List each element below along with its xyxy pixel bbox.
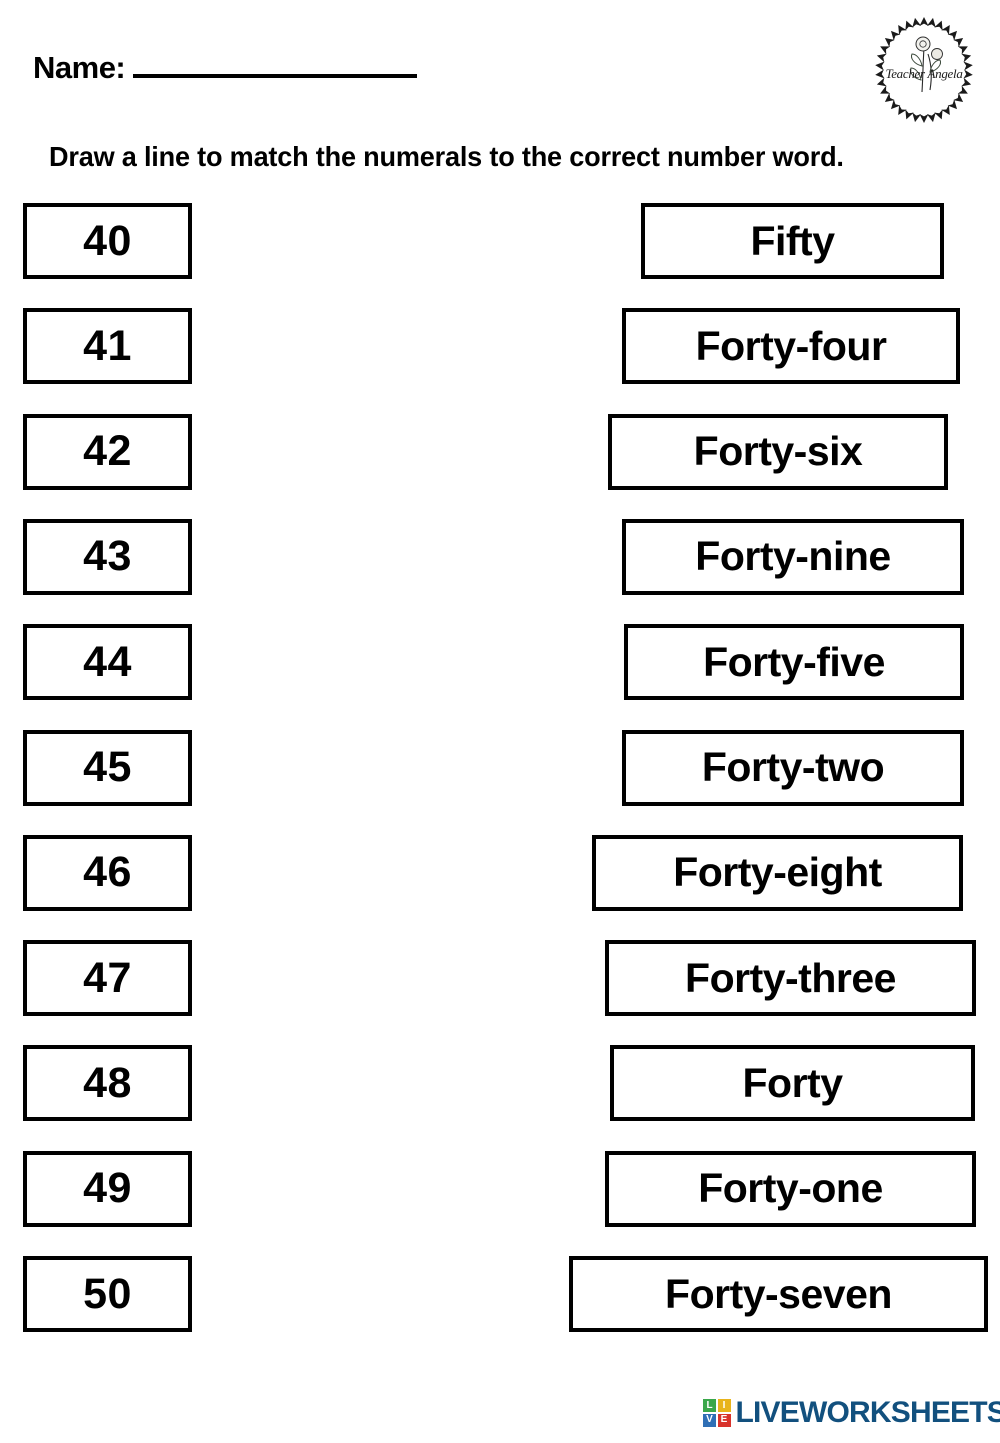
numeral-box[interactable]: 41 [23,308,192,385]
number-word-box[interactable]: Forty-one [605,1150,976,1227]
numeral-label: 50 [83,1269,132,1318]
number-word-box[interactable]: Forty-five [624,624,964,701]
live-tile-v: V [703,1413,716,1427]
numeral-row: 42 [0,413,420,490]
number-word-box[interactable]: Forty-four [622,308,960,385]
number-word-box[interactable]: Forty [610,1045,975,1122]
numeral-row: 46 [0,834,420,911]
number-word-box[interactable]: Forty-two [622,729,964,806]
number-word-label: Forty-eight [673,849,882,896]
worksheet-page: Name: Teacher Angela Draw a line to matc… [0,0,1000,1443]
number-word-row: Forty-one [420,1150,1000,1227]
numeral-row: 43 [0,518,420,595]
numeral-box[interactable]: 50 [23,1256,192,1332]
live-tiles: LIVE [703,1399,731,1427]
number-word-label: Forty-one [698,1165,883,1212]
number-word-label: Forty-three [685,954,896,1001]
numeral-label: 43 [83,532,132,581]
live-tile-e: E [717,1413,731,1427]
numeral-label: 49 [83,1164,132,1213]
number-word-box[interactable]: Forty-nine [622,518,964,595]
number-word-row: Forty-seven [420,1256,1000,1332]
numeral-box[interactable]: 40 [23,203,192,279]
name-label: Name: [33,50,126,85]
numeral-label: 45 [83,743,132,791]
number-word-label: Forty-seven [665,1270,892,1317]
numeral-box[interactable]: 44 [23,624,192,701]
number-word-box[interactable]: Forty-seven [569,1256,988,1332]
number-word-row: Forty-three [420,940,1000,1017]
numeral-label: 46 [83,848,132,897]
number-word-row: Forty-six [420,413,1000,490]
numeral-row: 45 [0,729,420,806]
name-input-rule[interactable] [133,74,418,78]
numeral-box[interactable]: 43 [23,518,192,595]
svg-text:Teacher Angela: Teacher Angela [885,66,963,81]
number-word-label: Forty-five [703,638,885,685]
numeral-row: 47 [0,940,420,1017]
number-word-row: Forty-nine [420,518,1000,595]
instruction-text: Draw a line to match the numerals to the… [49,141,844,172]
numeral-row: 48 [0,1045,420,1122]
numeral-label: 44 [83,637,132,686]
number-word-label: Forty-four [695,322,887,369]
number-word-row: Forty-two [420,729,1000,806]
numeral-box[interactable]: 42 [23,413,192,490]
number-word-box[interactable]: Forty-three [605,940,976,1017]
number-word-label: Forty-six [693,428,863,475]
number-word-label: Forty-nine [695,533,891,580]
number-word-box[interactable]: Forty-eight [592,834,963,911]
numeral-label: 41 [83,321,132,370]
numeral-row: 40 [0,203,420,279]
live-tile-i: I [717,1399,731,1413]
number-word-row: Forty-five [420,624,1000,701]
number-word-label: Forty [742,1059,844,1106]
numeral-box[interactable]: 48 [23,1045,192,1122]
number-word-box[interactable]: Forty-six [608,413,948,490]
live-tile-l: L [703,1399,716,1413]
number-word-row: Fifty [420,203,1000,279]
numeral-label: 40 [83,216,132,265]
number-word-row: Forty-four [420,308,1000,385]
numeral-row: 44 [0,624,420,701]
numeral-label: 48 [83,1058,132,1107]
name-field-row: Name: [33,50,418,86]
number-word-row: Forty [420,1045,1000,1122]
numeral-row: 50 [0,1256,420,1332]
brand-wordmark: LIVEWORKSHEETS [735,1396,1000,1429]
numeral-row: 49 [0,1150,420,1227]
numeral-box[interactable]: 47 [23,940,192,1017]
number-word-label: Fifty [750,217,835,264]
liveworksheets-logo: LIVE LIVEWORKSHEETS [703,1398,1000,1428]
number-word-row: Forty-eight [420,834,1000,911]
numeral-row: 41 [0,308,420,385]
number-word-label: Forty-two [701,744,885,790]
numeral-box[interactable]: 49 [23,1150,192,1227]
numeral-label: 47 [83,953,132,1002]
number-word-box[interactable]: Fifty [641,203,944,279]
numeral-box[interactable]: 45 [23,729,192,806]
numeral-box[interactable]: 46 [23,834,192,911]
teacher-angela-wreath-logo: Teacher Angela [862,14,986,124]
numeral-label: 42 [83,427,132,476]
